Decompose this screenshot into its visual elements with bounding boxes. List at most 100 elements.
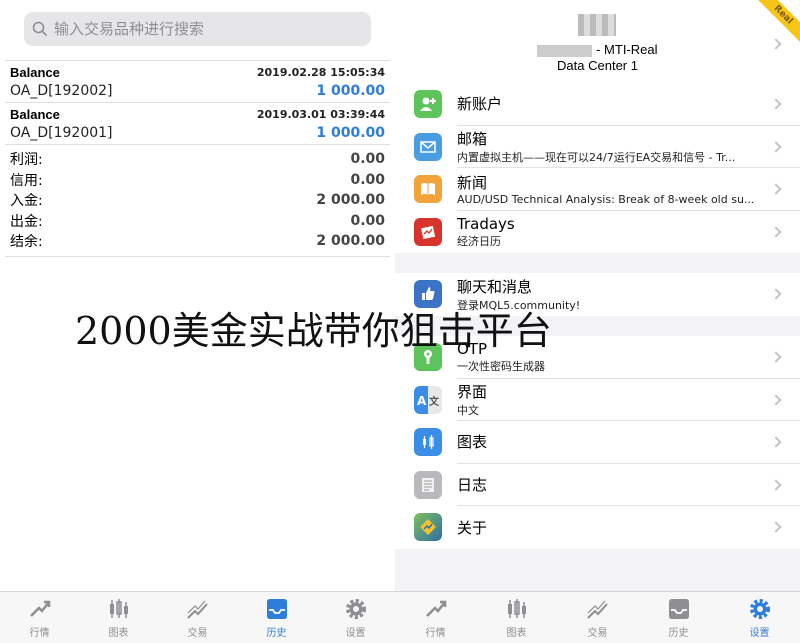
svg-text:文: 文 <box>429 395 440 408</box>
item-subtitle: AUD/USD Technical Analysis: Break of 8-w… <box>457 192 755 206</box>
gear-icon <box>345 599 366 619</box>
item-title: 图表 <box>457 433 488 452</box>
settings-item-new-account[interactable]: 新账户 <box>395 83 800 126</box>
settings-item-about[interactable]: 关于 <box>395 506 800 549</box>
tab-label: 设置 <box>749 628 770 639</box>
tab-label: 行情 <box>29 628 50 639</box>
settings-group-3: OTP 一次性密码生成器 A文 界面 中文 图表 日志 关于 <box>395 336 800 549</box>
tab-charts[interactable]: 图表 <box>476 592 557 643</box>
avatar <box>578 14 616 36</box>
tab-bar: 行情 图表 交易 历史 设置 <box>395 591 800 643</box>
deal-time: 2019.02.28 15:05:34 <box>256 66 385 79</box>
trade-icon <box>586 600 608 619</box>
book-icon <box>414 175 442 204</box>
search-input[interactable] <box>54 20 354 38</box>
settings-item-charts[interactable]: 图表 <box>395 421 800 464</box>
deal-row[interactable]: Balance 2019.02.28 15:05:34 OA_D[192002]… <box>5 61 390 103</box>
item-title: 日志 <box>457 475 488 494</box>
journal-icon <box>414 470 442 499</box>
deal-account: OA_D[192001] <box>10 125 113 141</box>
tab-quotes[interactable]: 行情 <box>0 592 79 643</box>
item-title: 关于 <box>457 518 488 537</box>
item-title: 新账户 <box>457 95 503 114</box>
item-title: Tradays <box>457 214 515 233</box>
tab-label: 交易 <box>187 628 208 639</box>
candlestick-icon <box>507 599 526 618</box>
account-header[interactable]: Real - MTI-Real Data Center 1 <box>395 0 800 88</box>
search-bar[interactable] <box>24 12 371 46</box>
language-icon: A文 <box>414 385 442 414</box>
tab-charts[interactable]: 图表 <box>79 592 158 643</box>
candlestick-icon <box>414 428 442 457</box>
inbox-icon <box>668 599 689 619</box>
item-subtitle: 内置虚拟主机——现在可以24/7运行EA交易和信号 - Tr... <box>457 150 736 164</box>
tab-label: 交易 <box>587 628 608 639</box>
tab-history[interactable]: 历史 <box>638 592 719 643</box>
deal-account: OA_D[192002] <box>10 83 113 99</box>
calendar-icon <box>414 217 442 246</box>
about-icon <box>414 513 442 542</box>
tab-trade[interactable]: 交易 <box>557 592 638 643</box>
settings-item-tradays[interactable]: Tradays 经济日历 <box>395 211 800 254</box>
deal-type: Balance <box>10 107 60 122</box>
add-user-icon <box>414 90 442 119</box>
settings-item-journal[interactable]: 日志 <box>395 464 800 506</box>
item-title: 界面 <box>457 382 488 401</box>
summary-value: 0.00 <box>350 212 385 229</box>
summary-value: 0.00 <box>350 171 385 188</box>
tab-settings[interactable]: 设置 <box>316 592 395 643</box>
tab-label: 图表 <box>108 628 129 639</box>
tab-quotes[interactable]: 行情 <box>395 592 476 643</box>
deal-amount: 1 000.00 <box>316 83 385 99</box>
tab-label: 图表 <box>506 628 527 639</box>
deal-type: Balance <box>10 65 60 80</box>
account-server-name: - MTI-Real <box>596 42 658 57</box>
settings-group-1: 新账户 邮箱 内置虚拟主机——现在可以24/7运行EA交易和信号 - Tr... … <box>395 83 800 253</box>
tab-bar: 行情 图表 交易 历史 设置 <box>0 591 395 643</box>
settings-item-language[interactable]: A文 界面中文 <box>395 379 800 421</box>
search-icon <box>32 21 48 37</box>
gear-icon <box>749 599 770 619</box>
deal-time: 2019.03.01 03:39:44 <box>256 108 385 121</box>
account-name: - MTI-Real <box>395 42 800 57</box>
item-title: 邮箱 <box>457 129 488 148</box>
summary-deposit: 入金: 2 000.00 <box>10 190 385 211</box>
item-subtitle: 经济日历 <box>457 234 501 248</box>
tab-trade[interactable]: 交易 <box>158 592 237 643</box>
settings-item-mailbox[interactable]: 邮箱内置虚拟主机——现在可以24/7运行EA交易和信号 - Tr... <box>395 126 800 168</box>
summary-profit: 利润: 0.00 <box>10 149 385 170</box>
redacted-name <box>537 44 593 57</box>
summary-value: 0.00 <box>350 151 385 168</box>
quotes-icon <box>29 600 50 617</box>
summary-label: 信用: <box>10 172 43 189</box>
trade-icon <box>186 600 208 619</box>
summary-label: 出金: <box>10 213 43 230</box>
summary-value: 2 000.00 <box>316 192 385 209</box>
tab-label: 历史 <box>668 628 689 639</box>
summary-credit: 信用: 0.00 <box>10 170 385 191</box>
tab-label: 行情 <box>425 628 446 639</box>
summary-value: 2 000.00 <box>316 233 385 250</box>
summary-withdrawal: 出金: 0.00 <box>10 211 385 232</box>
tab-history[interactable]: 历史 <box>237 592 316 643</box>
deal-amount: 1 000.00 <box>316 125 385 141</box>
tab-label: 历史 <box>266 628 287 639</box>
mail-icon <box>414 132 442 161</box>
overlay-caption: 2000美金实战带你狙击平台 <box>75 309 552 353</box>
item-subtitle: 一次性密码生成器 <box>457 359 545 373</box>
tab-label: 设置 <box>345 628 366 639</box>
history-summary: 利润: 0.00 信用: 0.00 入金: 2 000.00 出金: 0.00 结余: 2… <box>5 145 390 257</box>
quotes-icon <box>425 600 446 617</box>
candlestick-icon <box>109 599 128 618</box>
summary-balance: 结余: 2 000.00 <box>10 231 385 252</box>
history-list: Balance 2019.02.28 15:05:34 OA_D[192002]… <box>5 60 390 257</box>
inbox-icon <box>266 599 287 619</box>
settings-item-news[interactable]: 新闻 AUD/USD Technical Analysis: Break of 8… <box>395 168 800 211</box>
item-title: 新闻 <box>457 173 488 192</box>
summary-label: 入金: <box>10 193 43 210</box>
item-subtitle: 中文 <box>457 403 479 417</box>
summary-label: 结余: <box>10 234 43 251</box>
deal-row[interactable]: Balance 2019.03.01 03:39:44 OA_D[192001]… <box>5 103 390 145</box>
tab-settings[interactable]: 设置 <box>719 592 800 643</box>
svg-text:A: A <box>417 394 427 408</box>
